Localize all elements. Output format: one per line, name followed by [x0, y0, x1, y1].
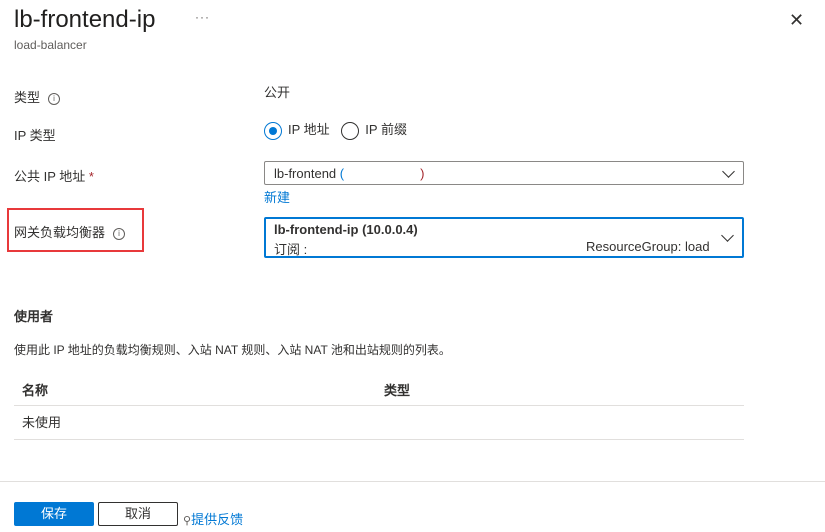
- public-ip-label: 公共 IP 地址 *: [14, 166, 94, 185]
- column-header-type: 类型: [384, 383, 411, 398]
- table-cell: 未使用: [22, 415, 62, 430]
- page-title: lb-frontend-ip: [14, 6, 156, 33]
- radio-selected-icon[interactable]: [264, 121, 282, 140]
- gateway-lb-label: 网关负载均衡器 i: [14, 222, 126, 241]
- table-row: 未使用: [22, 412, 61, 431]
- type-label-text: 类型: [14, 90, 41, 105]
- gateway-lb-label-text: 网关负载均衡器: [14, 225, 106, 240]
- feedback-icon: ⚲: [183, 515, 192, 527]
- gateway-lb-select[interactable]: lb-frontend-ip (10.0.0.4) 订阅 : ResourceG…: [264, 217, 744, 258]
- divider: [14, 439, 744, 440]
- resource-group: ResourceGroup: load: [586, 239, 710, 254]
- subscription-label: 订阅 :: [274, 242, 308, 257]
- public-ip-label-text: 公共 IP 地址: [14, 169, 86, 184]
- info-icon[interactable]: i: [48, 92, 61, 105]
- radio-ip-address[interactable]: IP 地址: [264, 121, 330, 140]
- radio-unselected-icon[interactable]: [341, 121, 360, 140]
- radio-label: IP 地址: [288, 122, 330, 137]
- cancel-button[interactable]: 取消: [98, 502, 178, 526]
- usage-description: 使用此 IP 地址的负载均衡规则、入站 NAT 规则、入站 NAT 池和出站规则…: [14, 343, 451, 357]
- public-ip-value: lb-frontend (): [274, 166, 425, 181]
- page-subtitle: load-balancer: [14, 38, 87, 52]
- create-new-link[interactable]: 新建: [264, 187, 290, 206]
- feedback-label: 提供反馈: [191, 512, 244, 527]
- column-header-name: 名称: [22, 383, 49, 398]
- feedback-link[interactable]: ⚲提供反馈: [183, 509, 243, 528]
- radio-ip-prefix[interactable]: IP 前缀: [341, 121, 407, 140]
- info-icon[interactable]: i: [113, 227, 126, 240]
- usage-title: 使用者: [14, 309, 54, 324]
- ip-type-label: IP 类型: [14, 128, 56, 143]
- chevron-down-icon: [721, 229, 734, 242]
- required-marker: *: [88, 169, 94, 184]
- close-icon[interactable]: ✕: [789, 10, 804, 31]
- ip-type-radio-group: IP 地址 IP 前缀: [264, 119, 407, 140]
- footer-divider: [0, 481, 825, 482]
- public-ip-select[interactable]: lb-frontend (): [264, 161, 744, 185]
- divider: [14, 405, 744, 406]
- chevron-down-icon: [722, 165, 735, 178]
- save-button[interactable]: 保存: [14, 502, 94, 526]
- type-label: 类型 i: [14, 87, 61, 106]
- gateway-lb-value: lb-frontend-ip (10.0.0.4): [274, 222, 418, 237]
- type-value: 公开: [264, 85, 291, 100]
- more-options-icon[interactable]: ···: [195, 10, 210, 24]
- radio-label: IP 前缀: [365, 122, 407, 137]
